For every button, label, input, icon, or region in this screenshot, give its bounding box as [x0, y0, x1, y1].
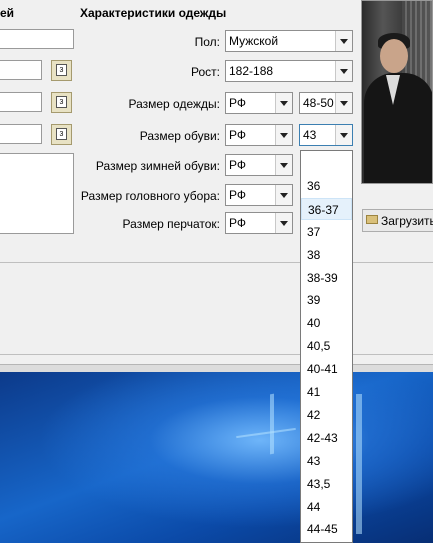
clothing-size-system-select[interactable]: РФ: [225, 92, 293, 114]
shoe-size-system-value: РФ: [229, 128, 246, 142]
calendar-icon: 3: [56, 96, 67, 108]
upload-photo-label: Загрузить: [381, 214, 433, 228]
chevron-down-icon[interactable]: [335, 31, 352, 51]
hat-size-label: Размер головного убора:: [80, 189, 220, 203]
calendar-button-1[interactable]: 3: [51, 60, 72, 81]
height-select[interactable]: 182-188: [225, 60, 353, 82]
clothing-size-label: Размер одежды:: [128, 97, 220, 111]
calendar-icon: 3: [56, 64, 67, 76]
hat-size-system-select[interactable]: РФ: [225, 184, 293, 206]
left-section-title: ей: [0, 6, 15, 20]
height-value: 182-188: [229, 64, 274, 78]
calendar-icon: 3: [56, 128, 67, 140]
dropdown-option[interactable]: 42: [301, 404, 352, 426]
dropdown-option[interactable]: 43: [301, 450, 352, 472]
dropdown-option[interactable]: 39: [301, 289, 352, 311]
shoe-size-dropdown-list[interactable]: 36 36-37 37 38 38-39 39 40 40,5 40-41 41 42 42-43 43…: [300, 150, 353, 543]
upload-photo-button[interactable]: Загрузить: [362, 209, 433, 232]
divider: [0, 354, 433, 355]
dropdown-option[interactable]: 36-37: [301, 197, 352, 220]
folder-icon: [366, 215, 378, 224]
dropdown-option[interactable]: 40,5: [301, 335, 352, 357]
shoe-size-system-select[interactable]: РФ: [225, 124, 293, 146]
calendar-button-3[interactable]: 3: [51, 124, 72, 145]
desktop-wallpaper: [0, 372, 433, 543]
profile-photo: [361, 0, 433, 184]
height-label: Рост:: [191, 65, 220, 79]
dropdown-option[interactable]: 43,5: [301, 473, 352, 495]
glove-size-label: Размер перчаток:: [122, 217, 220, 231]
calendar-button-2[interactable]: 3: [51, 92, 72, 113]
dropdown-option[interactable]: 41: [301, 381, 352, 403]
hat-size-system-value: РФ: [229, 188, 246, 202]
winter-shoe-size-label: Размер зимней обуви:: [95, 159, 220, 173]
dropdown-option[interactable]: 44: [301, 496, 352, 518]
chevron-down-icon[interactable]: [335, 93, 352, 113]
text-field-1[interactable]: [0, 29, 74, 49]
date-field-1[interactable]: [0, 60, 42, 80]
dropdown-option[interactable]: 36: [301, 175, 352, 197]
gender-select[interactable]: Мужской: [225, 30, 353, 52]
shoe-size-value: 43: [303, 128, 317, 142]
chevron-down-icon[interactable]: [275, 213, 292, 233]
gender-value: Мужской: [229, 34, 279, 48]
clothing-size-system-value: РФ: [229, 96, 246, 110]
divider: [0, 262, 433, 263]
dropdown-option[interactable]: 40-41: [301, 358, 352, 380]
winter-shoe-size-system-select[interactable]: РФ: [225, 154, 293, 176]
chevron-down-icon[interactable]: [275, 93, 292, 113]
dropdown-option[interactable]: [301, 152, 352, 174]
app-window: ей 3 3 3 Характеристики одежды Пол: Мужс…: [0, 0, 433, 364]
date-field-3[interactable]: [0, 124, 42, 144]
date-field-2[interactable]: [0, 92, 42, 112]
shoe-size-label: Размер обуви:: [139, 129, 220, 143]
gender-label: Пол:: [194, 35, 220, 49]
shoe-size-select[interactable]: 43: [299, 124, 353, 146]
dropdown-option[interactable]: 42-43: [301, 427, 352, 449]
notes-textarea[interactable]: [0, 153, 74, 234]
dropdown-option[interactable]: 37: [301, 221, 352, 243]
winter-shoe-size-system-value: РФ: [229, 158, 246, 172]
chevron-down-icon[interactable]: [335, 125, 352, 145]
dropdown-option[interactable]: 40: [301, 312, 352, 334]
clothing-section-title: Характеристики одежды: [80, 6, 227, 20]
glove-size-system-select[interactable]: РФ: [225, 212, 293, 234]
dropdown-option[interactable]: 44-45: [301, 518, 352, 540]
dropdown-option[interactable]: 38-39: [301, 267, 352, 289]
chevron-down-icon[interactable]: [335, 61, 352, 81]
clothing-size-select[interactable]: 48-50: [299, 92, 353, 114]
chevron-down-icon[interactable]: [275, 125, 292, 145]
clothing-size-value: 48-50: [303, 96, 334, 110]
dropdown-option[interactable]: 38: [301, 244, 352, 266]
chevron-down-icon[interactable]: [275, 155, 292, 175]
chevron-down-icon[interactable]: [275, 185, 292, 205]
glove-size-system-value: РФ: [229, 216, 246, 230]
